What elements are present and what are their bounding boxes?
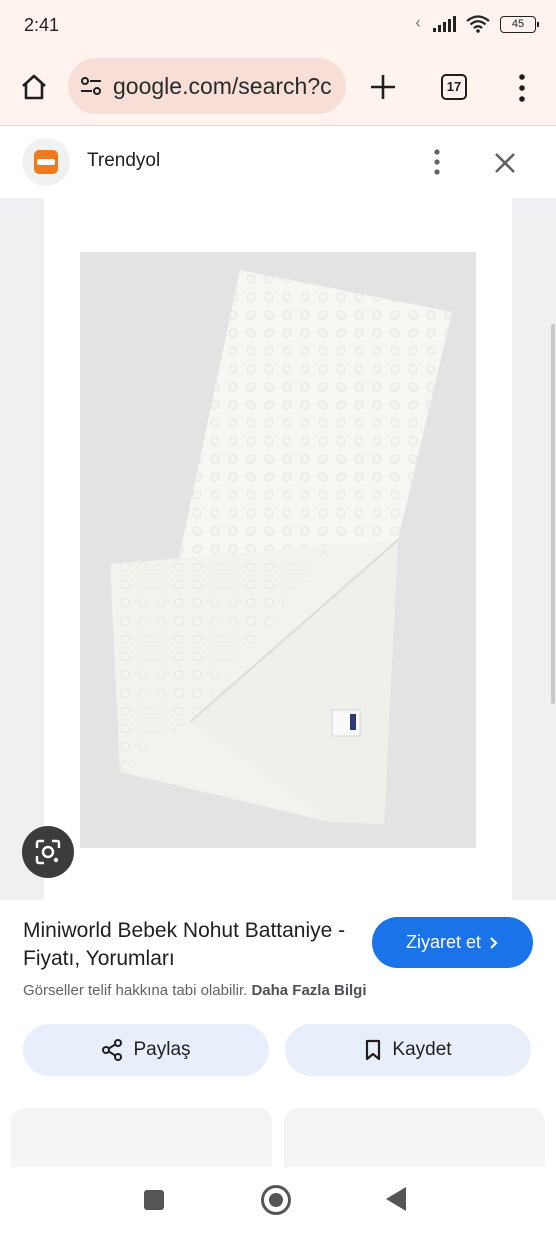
bluetooth-icon: ᚲ — [412, 14, 423, 34]
share-button[interactable]: Paylaş — [23, 1024, 269, 1076]
copyright-text: Görseller telif hakkına tabi olabilir. — [23, 982, 248, 999]
url-text[interactable]: google.com/search?c — [113, 73, 338, 100]
chevron-right-icon — [490, 936, 498, 949]
product-image[interactable] — [80, 252, 476, 848]
recents-icon[interactable] — [144, 1190, 164, 1210]
bookmark-icon — [366, 1039, 381, 1061]
site-name: Trendyol — [87, 150, 161, 171]
system-nav-bar — [0, 1167, 556, 1235]
image-viewer — [0, 198, 556, 900]
visit-button[interactable]: Ziyaret et — [372, 917, 533, 968]
lens-button[interactable] — [22, 826, 74, 878]
save-button[interactable]: Kaydet — [285, 1024, 531, 1076]
status-bar: 2:41 ᚲ 45 — [0, 0, 556, 52]
status-icons: ᚲ 45 — [412, 14, 539, 34]
scrollbar[interactable] — [551, 324, 555, 704]
home-nav-icon[interactable] — [261, 1185, 291, 1215]
share-button-label: Paylaş — [133, 1039, 191, 1060]
visit-button-label: Ziyaret et — [405, 932, 482, 952]
lens-icon — [35, 839, 61, 865]
site-logo — [22, 138, 70, 186]
signal-icon — [433, 16, 456, 32]
plus-icon[interactable] — [366, 70, 400, 104]
address-bar[interactable]: google.com/search?c — [68, 58, 346, 114]
home-button[interactable] — [16, 69, 52, 105]
blanket-illustration — [80, 252, 476, 848]
save-button-label: Kaydet — [392, 1039, 452, 1060]
site-settings-icon[interactable] — [80, 76, 102, 96]
home-icon — [22, 74, 46, 100]
status-time: 2:41 — [24, 15, 60, 35]
share-icon — [102, 1039, 123, 1061]
more-info-link[interactable]: Daha Fazla Bilgi — [251, 982, 366, 999]
panel-header: Trendyol — [0, 126, 556, 198]
browser-toolbar: google.com/search?c 17 — [0, 52, 556, 126]
more-vert-icon[interactable] — [510, 72, 534, 104]
close-icon[interactable] — [490, 148, 520, 178]
tabs-icon[interactable]: 17 — [441, 74, 467, 100]
result-title[interactable]: Miniworld Bebek Nohut Battaniye - Fiyatı… — [23, 917, 353, 973]
image-card[interactable] — [44, 198, 512, 900]
back-icon[interactable] — [386, 1187, 406, 1211]
copyright-notice: Görseller telif hakkına tabi olabilir. D… — [23, 982, 366, 999]
battery-icon: 45 — [500, 15, 539, 33]
more-vert-icon[interactable] — [426, 148, 448, 176]
trendyol-logo-icon — [34, 150, 58, 174]
wifi-icon — [466, 15, 490, 33]
